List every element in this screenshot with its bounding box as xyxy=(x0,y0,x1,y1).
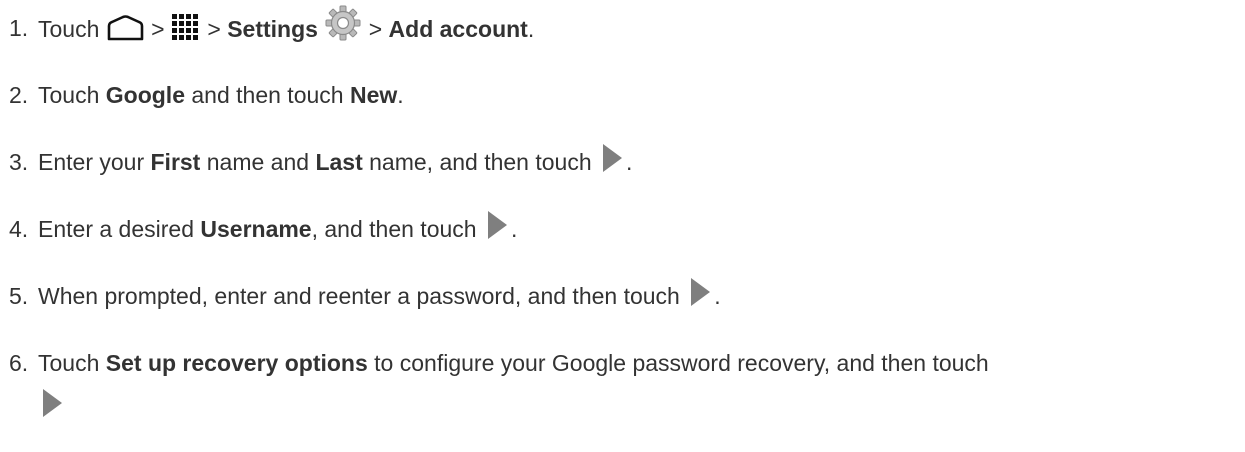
step-text-segment: to configure your Google password recove… xyxy=(374,350,989,376)
step-text-segment: > xyxy=(207,16,221,43)
apps-grid-icon xyxy=(171,13,201,41)
step-number: 2. xyxy=(9,82,29,108)
step-number: 3. xyxy=(9,149,29,175)
last-label: Last xyxy=(315,149,363,175)
step-text: Touch Set up recovery options to configu… xyxy=(38,348,989,378)
step-text-segment: > xyxy=(151,16,165,43)
step-text-segment: , and then touch xyxy=(311,216,477,242)
step-number: 5. xyxy=(9,283,29,309)
next-arrow-icon xyxy=(598,142,626,174)
step-text: Enter a desired Username, and then touch… xyxy=(38,210,518,247)
google-label: Google xyxy=(105,82,185,108)
add-account-label: Add account xyxy=(388,16,528,43)
step-text-segment: Enter your xyxy=(38,149,145,175)
step-text-segment: name and xyxy=(206,149,310,175)
step-text-segment: . xyxy=(527,16,535,43)
settings-gear-icon xyxy=(324,5,362,41)
step-text-segment: When prompted, enter and reenter a passw… xyxy=(38,283,680,309)
new-label: New xyxy=(349,82,398,108)
step-number: 6. xyxy=(9,350,29,376)
step-text-segment: Touch xyxy=(38,82,100,108)
username-label: Username xyxy=(200,216,312,242)
home-icon xyxy=(106,15,145,41)
first-label: First xyxy=(150,149,201,175)
next-arrow-icon xyxy=(483,209,511,241)
step-text-segment: > xyxy=(368,16,383,43)
step-text-segment: Enter a desired xyxy=(38,216,194,242)
step-text: When prompted, enter and reenter a passw… xyxy=(38,277,721,314)
step-text-segment: . xyxy=(397,82,404,108)
step-text-segment: . xyxy=(626,149,633,175)
next-arrow-icon xyxy=(686,276,714,308)
step-number: 4. xyxy=(9,216,29,242)
step-text: Touch > > Settings > Add account. xyxy=(38,5,535,49)
step-text: Touch Google and then touch New. xyxy=(38,80,404,110)
step-text-segment: . xyxy=(714,283,721,309)
step-text-segment: name, and then touch xyxy=(369,149,592,175)
step-text-segment: . xyxy=(510,216,518,242)
next-arrow-icon xyxy=(38,387,66,419)
step-text-segment: and then touch xyxy=(191,82,344,108)
recovery-options-label: Set up recovery options xyxy=(105,350,368,376)
step-text: Enter your First name and Last name, and… xyxy=(38,143,633,180)
step-6-continuation xyxy=(38,387,66,419)
step-number: 1. xyxy=(9,15,29,41)
step-text-segment: Touch xyxy=(38,350,100,376)
settings-label: Settings xyxy=(227,16,318,43)
step-text-segment: Touch xyxy=(38,16,100,43)
